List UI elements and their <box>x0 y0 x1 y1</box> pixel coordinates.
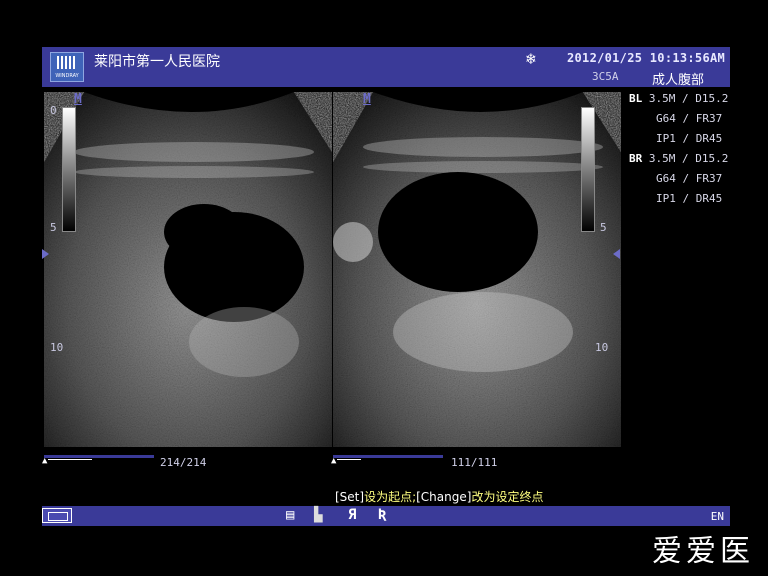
param-row: IP1 / DR45 <box>656 132 723 145</box>
date-time: 2012/01/25 10:13:56AM <box>567 51 726 65</box>
document-icon[interactable]: ▤ <box>286 507 294 523</box>
frame-counter-right: 111/111 <box>451 456 498 469</box>
language-indicator[interactable]: EN <box>711 510 724 523</box>
m-mode-icon[interactable]: M <box>363 92 371 107</box>
frame-counter-left: 214/214 <box>160 456 207 469</box>
cursor-mode-icon[interactable]: ▙ <box>314 507 322 523</box>
depth-label-0: 0 <box>50 104 57 117</box>
footer-bar: ▤ ▙ Я Ʀ EN <box>42 506 730 526</box>
header-bar: WINDRAY 莱阳市第一人民医院 ❄ 2012/01/25 10:13:56A… <box>42 47 730 88</box>
m-mode-icon[interactable]: M <box>74 92 82 107</box>
measure-hint: [Set]设为起点;[Change]改为设定终点 <box>335 490 544 504</box>
param-row: G64 / FR37 <box>656 112 723 125</box>
cine-position-right[interactable] <box>337 459 361 460</box>
depth-label-10: 10 <box>595 341 609 354</box>
layout-icon[interactable] <box>42 508 72 523</box>
left-ultrasound-image[interactable]: M <box>44 92 332 447</box>
depth-label-5: 5 <box>600 221 607 234</box>
left-sector-scan <box>44 92 332 447</box>
watermark: 爱爱医 <box>652 534 754 569</box>
cine-position-left[interactable] <box>48 459 92 460</box>
cine-bar-left[interactable] <box>44 455 154 458</box>
focus-marker-left[interactable] <box>42 249 49 259</box>
param-row: G64 / FR37 <box>656 172 723 185</box>
right-ultrasound-image[interactable]: M <box>333 92 621 447</box>
cine-start-arrow: ▲ <box>331 456 337 466</box>
flip-left-icon[interactable]: Я <box>348 507 356 523</box>
grayscale-bar <box>62 107 76 232</box>
param-row: IP1 / DR45 <box>656 192 723 205</box>
cine-bar-right[interactable] <box>333 455 443 458</box>
param-row: BR 3.5M / D15.2 <box>629 152 729 165</box>
windray-logo: WINDRAY <box>50 52 84 82</box>
hospital-name: 莱阳市第一人民医院 <box>94 54 220 70</box>
focus-marker-right[interactable] <box>613 249 620 259</box>
right-sector-scan <box>333 92 621 447</box>
freeze-icon: ❄ <box>526 49 536 68</box>
param-row: BL 3.5M / D15.2 <box>629 92 729 105</box>
depth-label-5: 5 <box>50 221 57 234</box>
grayscale-bar <box>581 107 595 232</box>
cine-start-arrow: ▲ <box>42 456 48 466</box>
depth-label-10: 10 <box>50 341 64 354</box>
exam-preset[interactable]: 成人腹部 <box>652 69 704 88</box>
logo-text: WINDRAY <box>55 73 79 79</box>
flip-right-icon[interactable]: Ʀ <box>378 507 386 523</box>
probe-label: 3C5A <box>592 70 619 83</box>
